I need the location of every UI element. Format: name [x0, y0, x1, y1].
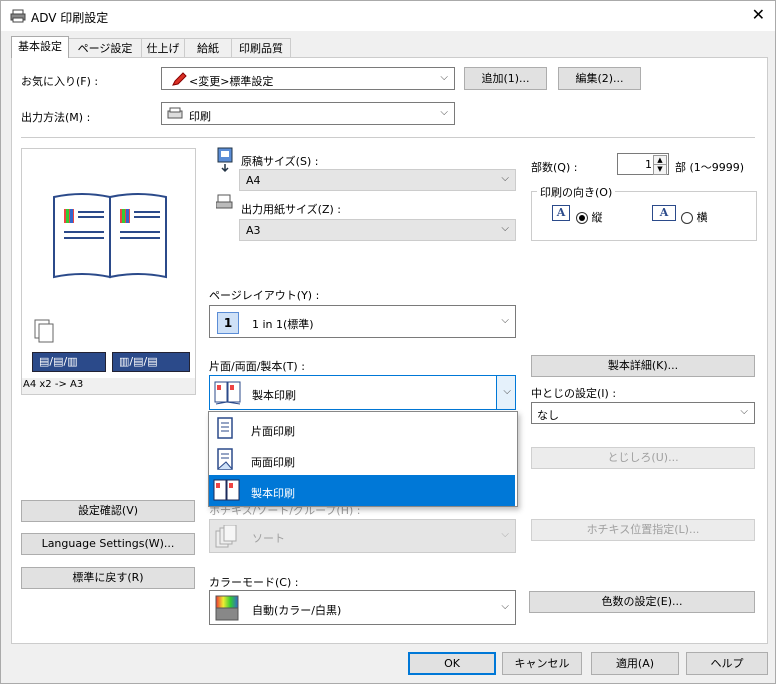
saddle-label: 中とじの設定(I) :	[531, 387, 617, 400]
original-size-icon	[217, 147, 233, 173]
color-mode-value: 自動(カラー/白黒)	[252, 604, 342, 617]
portrait-icon: A	[552, 205, 570, 221]
spin-down-icon[interactable]: ▼	[653, 164, 667, 175]
duplex-value: 製本印刷	[252, 389, 296, 402]
dropdown-option-duplex[interactable]: 両面印刷	[209, 444, 515, 475]
chevron-down-icon: ⌵	[501, 223, 509, 234]
page-layout-value: 1 in 1(標準)	[252, 318, 314, 331]
landscape-label: 横	[696, 211, 708, 224]
close-icon[interactable]: ✕	[752, 5, 765, 24]
tab-paper-source[interactable]: 給紙	[184, 38, 232, 58]
reset-defaults-button[interactable]: 標準に戻す(R)	[21, 567, 195, 589]
output-paper-select[interactable]: A3 ⌵	[239, 219, 516, 241]
color-mode-select[interactable]: 自動(カラー/白黒) ⌵	[209, 590, 516, 625]
print-settings-dialog: ADV 印刷設定 ✕ 基本設定 ページ設定 仕上げ 給紙 印刷品質 お気に入り(…	[0, 0, 776, 684]
favorites-label: お気に入り(F) :	[21, 75, 99, 88]
landscape-icon: A	[652, 205, 676, 221]
copies-label: 部数(Q) :	[531, 161, 578, 174]
landscape-radio[interactable]: 横	[681, 209, 708, 225]
booklet-icon	[213, 479, 240, 501]
copies-value: 1	[645, 158, 652, 171]
duplex-dropdown-list: 片面印刷 両面印刷 製本印刷	[208, 411, 518, 507]
color-count-button[interactable]: 色数の設定(E)...	[529, 591, 755, 613]
copies-stack-icon	[34, 319, 54, 343]
staple-value: ソート	[252, 532, 285, 545]
output-method-label: 出力方法(M) :	[21, 111, 91, 124]
output-method-value: 印刷	[189, 110, 211, 123]
booklet-preview-icon	[53, 193, 167, 279]
copies-unit: 部 (1〜9999)	[675, 161, 745, 174]
edit-favorite-button[interactable]: 編集(2)...	[558, 67, 641, 90]
output-method-select[interactable]: 印刷 ⌵	[161, 102, 455, 125]
single-sided-icon	[217, 417, 233, 439]
chevron-down-icon: ⌵	[440, 71, 448, 83]
option-label: 製本印刷	[251, 487, 295, 500]
booklet-detail-button[interactable]: 製本詳細(K)...	[531, 355, 755, 377]
favorites-value: <変更>標準設定	[189, 75, 274, 88]
original-size-select[interactable]: A4 ⌵	[239, 169, 516, 191]
chevron-down-icon: ⌵	[501, 173, 509, 184]
tab-finishing[interactable]: 仕上げ	[141, 38, 185, 58]
chevron-down-icon: ⌵	[440, 106, 448, 118]
tab-quality[interactable]: 印刷品質	[231, 38, 291, 58]
chevron-down-icon: ⌵	[503, 385, 511, 397]
print-preview: ▤/▤/▥ ▥/▤/▤ A4 x2 -> A3	[21, 148, 196, 395]
duplex-mode-icon: ▤/▤/▥	[32, 352, 106, 372]
printer-icon	[10, 9, 26, 23]
saddle-value: なし	[537, 409, 559, 422]
option-label: 片面印刷	[251, 425, 295, 438]
dropdown-option-booklet[interactable]: 製本印刷	[209, 475, 515, 506]
orientation-label: 印刷の向き(O)	[537, 184, 616, 200]
original-size-label: 原稿サイズ(S) :	[241, 155, 319, 168]
saddle-select[interactable]: なし ⌵	[531, 402, 755, 424]
divider	[21, 137, 755, 138]
title-bar: ADV 印刷設定 ✕	[1, 1, 775, 31]
layout-1in1-icon: 1	[217, 312, 239, 334]
ok-button[interactable]: OK	[408, 652, 496, 675]
binding-margin-button[interactable]: とじしろ(U)...	[531, 447, 755, 469]
original-size-value: A4	[246, 174, 261, 187]
duplex-select[interactable]: 製本印刷 ⌵	[209, 375, 516, 410]
favorites-select[interactable]: <変更>標準設定 ⌵	[161, 67, 455, 90]
chevron-down-icon: ⌵	[501, 600, 509, 612]
sort-icon	[215, 525, 237, 548]
duplex-label: 片面/両面/製本(T) :	[209, 360, 305, 373]
printer-icon	[167, 107, 183, 119]
confirm-settings-button[interactable]: 設定確認(V)	[21, 500, 195, 522]
output-paper-label: 出力用紙サイズ(Z) :	[241, 203, 341, 216]
color-mode-icon	[215, 595, 239, 621]
window-title: ADV 印刷設定	[31, 11, 109, 25]
preview-caption: A4 x2 -> A3	[23, 379, 84, 390]
paper-size-icon	[216, 194, 233, 209]
apply-button[interactable]: 適用(A)	[591, 652, 679, 675]
option-label: 両面印刷	[251, 456, 295, 469]
staple-position-button[interactable]: ホチキス位置指定(L)...	[531, 519, 755, 541]
page-layout-select[interactable]: 1 1 in 1(標準) ⌵	[209, 305, 516, 338]
tab-page[interactable]: ページ設定	[68, 38, 142, 58]
double-sided-icon	[217, 448, 233, 470]
copies-stepper[interactable]: 1 ▲ ▼	[617, 153, 669, 175]
layout-mode-icon: ▥/▤/▤	[112, 352, 190, 372]
chevron-down-icon: ⌵	[740, 406, 748, 417]
portrait-label: 縦	[591, 211, 603, 224]
output-paper-value: A3	[246, 224, 261, 237]
color-mode-label: カラーモード(C) :	[209, 576, 299, 589]
cancel-button[interactable]: キャンセル	[502, 652, 582, 675]
chevron-down-icon: ⌵	[501, 529, 509, 540]
pencil-icon	[172, 72, 187, 86]
chevron-down-icon: ⌵	[501, 314, 509, 326]
page-layout-label: ページレイアウト(Y) :	[209, 289, 320, 302]
dropdown-option-single[interactable]: 片面印刷	[209, 413, 515, 444]
staple-select[interactable]: ソート ⌵	[209, 519, 516, 553]
tab-basic[interactable]: 基本設定	[11, 36, 69, 58]
booklet-icon	[214, 381, 241, 405]
add-favorite-button[interactable]: 追加(1)...	[464, 67, 547, 90]
help-button[interactable]: ヘルプ	[686, 652, 768, 675]
portrait-radio[interactable]: 縦	[576, 209, 603, 225]
language-settings-button[interactable]: Language Settings(W)...	[21, 533, 195, 555]
